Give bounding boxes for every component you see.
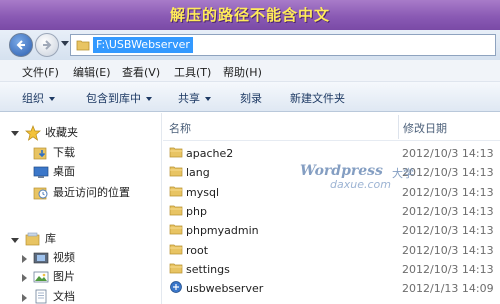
app-icon (169, 280, 183, 297)
menu-edit[interactable]: 编辑(E) (73, 64, 111, 80)
file-name: usbwebserver (186, 282, 264, 296)
include-library-button[interactable]: 包含到库中 (86, 90, 152, 106)
expand-arrow-icon[interactable] (22, 255, 27, 263)
file-name: mysql (186, 185, 219, 199)
organize-label: 组织 (22, 92, 44, 105)
back-button[interactable] (9, 33, 33, 57)
downloads-folder-icon (33, 147, 47, 160)
include-library-label: 包含到库中 (86, 92, 141, 105)
menu-help[interactable]: 帮助(H) (223, 64, 262, 80)
table-row[interactable]: phpmyadmin 2012/10/3 14:13 (163, 221, 500, 240)
navigation-pane: 收藏夹 下载 桌面 最近访问的位置 库 视频 图片 文档 (0, 113, 162, 304)
file-name: lang (186, 166, 210, 180)
table-row[interactable]: root 2012/10/3 14:13 (163, 241, 500, 260)
file-name: root (186, 243, 209, 257)
column-header-name[interactable]: 名称 (169, 120, 191, 136)
menu-file[interactable]: 文件(F) (22, 64, 59, 80)
nav-videos-label: 视频 (53, 251, 75, 264)
file-modified-date: 2012/10/3 14:13 (402, 204, 494, 218)
desktop-icon (33, 166, 49, 178)
file-modified-date: 2012/10/3 14:13 (402, 262, 494, 276)
forward-button[interactable] (35, 33, 59, 57)
share-label: 共享 (178, 92, 200, 105)
address-bar-area: F:\USBWebserver (0, 30, 500, 60)
documents-icon (35, 289, 47, 304)
menu-bar: 文件(F) 编辑(E) 查看(V) 工具(T) 帮助(H) (0, 60, 500, 82)
command-toolbar: 组织 包含到库中 共享 刻录 新建文件夹 (0, 82, 500, 112)
recent-places-icon (33, 187, 48, 200)
folder-icon (76, 40, 90, 51)
folder-icon (169, 261, 183, 278)
menu-tools[interactable]: 工具(T) (174, 64, 211, 80)
file-list: 名称 修改日期 apache2 2012/10/3 14:13 lang 2012/1… (163, 113, 500, 304)
folder-icon (169, 184, 183, 201)
picture-icon (33, 271, 49, 283)
recent-pages-dropdown[interactable] (61, 41, 69, 46)
file-modified-date: 2012/1/13 14:09 (402, 282, 494, 296)
column-divider[interactable] (398, 115, 399, 139)
arrow-right-icon (43, 40, 52, 50)
collapse-arrow-icon[interactable] (11, 238, 19, 243)
library-icon (25, 232, 40, 246)
watermark-sub: daxue.com (330, 178, 391, 191)
table-row[interactable]: settings 2012/10/3 14:13 (163, 260, 500, 279)
table-row[interactable]: php 2012/10/3 14:13 (163, 202, 500, 221)
folder-icon (169, 222, 183, 239)
column-header-modified[interactable]: 修改日期 (403, 120, 447, 136)
video-icon (33, 252, 49, 264)
folder-icon (169, 242, 183, 259)
header-divider (163, 140, 500, 141)
chevron-down-icon (49, 97, 55, 101)
chevron-down-icon (205, 97, 211, 101)
address-path[interactable]: F:\USBWebserver (93, 37, 193, 53)
menu-view[interactable]: 查看(V) (122, 64, 160, 80)
arrow-left-icon (16, 40, 25, 50)
share-button[interactable]: 共享 (178, 90, 211, 106)
file-modified-date: 2012/10/3 14:13 (402, 243, 494, 257)
address-input[interactable]: F:\USBWebserver (70, 34, 496, 56)
file-modified-date: 2012/10/3 14:13 (402, 147, 494, 160)
collapse-arrow-icon[interactable] (11, 131, 19, 136)
file-name: phpmyadmin (186, 224, 259, 238)
nav-favorites-label: 收藏夹 (45, 126, 78, 139)
title-banner: 解压的路径不能含中文 (0, 0, 500, 30)
file-name: settings (186, 262, 230, 276)
nav-desktop-label: 桌面 (53, 165, 75, 178)
banner-title: 解压的路径不能含中文 (169, 6, 330, 24)
watermark-main: Wordpress (300, 163, 383, 179)
nav-downloads-label: 下载 (53, 146, 75, 159)
file-modified-date: 2012/10/3 14:13 (402, 224, 494, 238)
watermark-cn: 大学 (392, 167, 414, 180)
nav-libraries-label: 库 (45, 232, 56, 245)
file-name: apache2 (186, 147, 234, 160)
expand-arrow-icon[interactable] (22, 274, 27, 282)
nav-documents-label: 文档 (53, 290, 75, 303)
table-row[interactable]: apache2 2012/10/3 14:13 (163, 144, 500, 163)
folder-icon (169, 145, 183, 162)
file-name: php (186, 204, 207, 218)
folder-icon (169, 164, 183, 181)
table-row[interactable]: usbwebserver 2012/1/13 14:09 (163, 279, 500, 298)
nav-pictures-label: 图片 (53, 270, 75, 283)
chevron-down-icon (146, 97, 152, 101)
watermark: Wordpress daxue.com 大学 (300, 163, 420, 193)
burn-button[interactable]: 刻录 (240, 90, 262, 106)
nav-recent-label: 最近访问的位置 (53, 186, 130, 199)
organize-button[interactable]: 组织 (22, 90, 55, 106)
new-folder-button[interactable]: 新建文件夹 (290, 90, 345, 106)
expand-arrow-icon[interactable] (22, 294, 27, 302)
folder-icon (169, 203, 183, 220)
star-icon (25, 125, 41, 141)
